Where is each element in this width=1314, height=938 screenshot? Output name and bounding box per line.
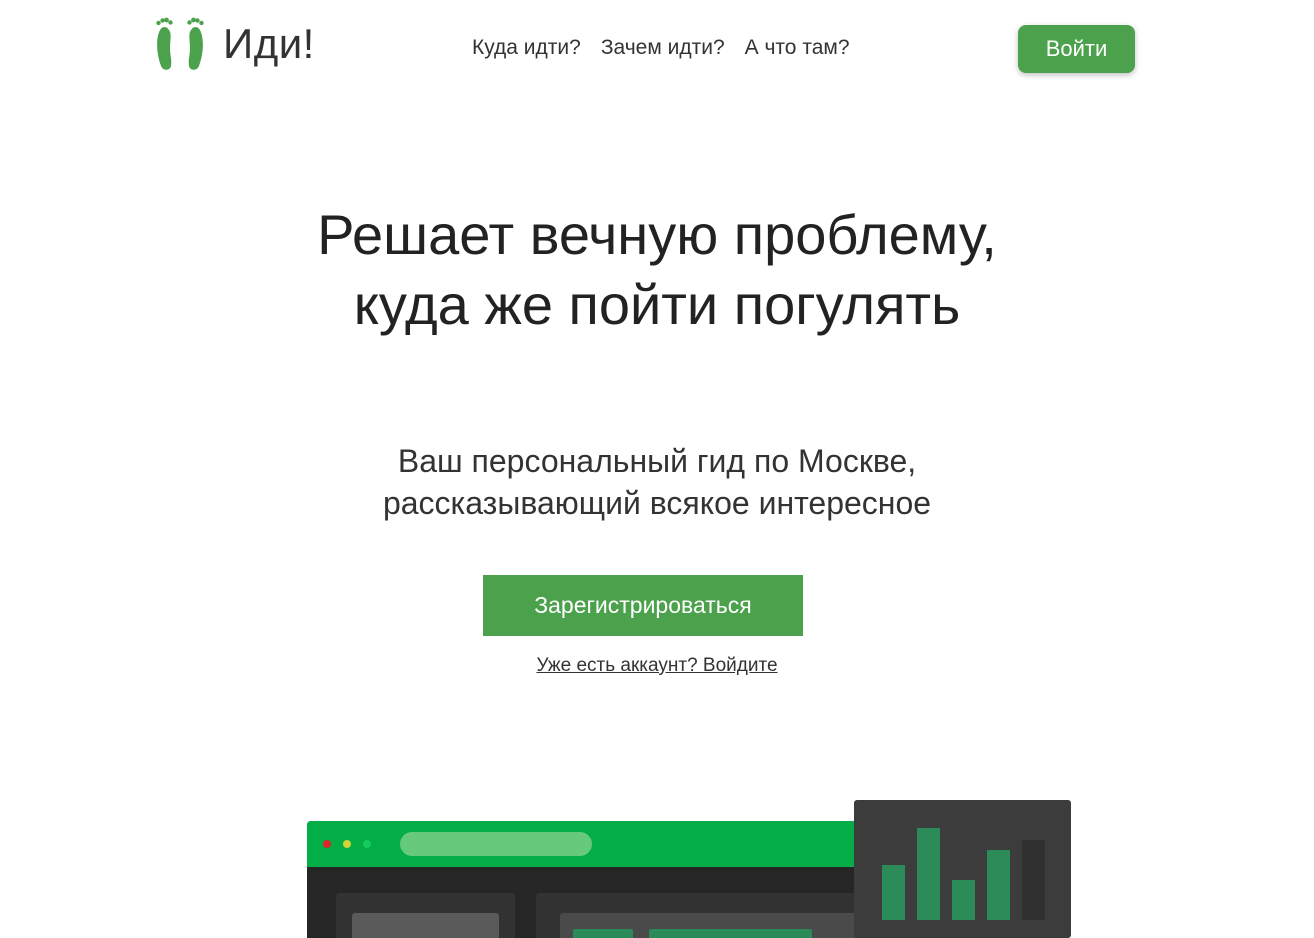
chart-bar xyxy=(952,880,975,920)
existing-account-login-link: Уже есть аккаунт? Войдите xyxy=(0,655,1314,677)
hero-subtitle: Ваш персональный гид по Москве, рассказы… xyxy=(0,440,1314,524)
chart-card-mockup xyxy=(854,800,1071,938)
footprints-icon xyxy=(156,17,204,70)
chart-bar xyxy=(882,865,905,920)
nav-item-whats-there[interactable]: А что там? xyxy=(745,36,850,60)
signup-button[interactable]: Зарегистрироваться xyxy=(483,575,803,636)
hero-title-line-1: Решает вечную проблему, xyxy=(317,203,997,266)
hero-subtitle-line-1: Ваш персональный гид по Москве, xyxy=(397,443,917,479)
site-header: Иди! Куда идти? Зачем идти? А что там? В… xyxy=(0,0,1314,100)
mockup-panel-left xyxy=(336,893,515,938)
mockup-panel-right-content xyxy=(560,913,860,938)
logo[interactable]: Иди! xyxy=(155,16,314,70)
hero-title: Решает вечную проблему, куда же пойти по… xyxy=(0,200,1314,340)
brand-name: Иди! xyxy=(223,20,315,67)
maximize-dot-icon xyxy=(363,840,371,848)
hero-subtitle-line-2: рассказывающий всякое интересное xyxy=(382,485,932,521)
mockup-green-line xyxy=(649,929,812,938)
browser-toolbar xyxy=(307,821,867,867)
nav-item-where[interactable]: Куда идти? xyxy=(472,36,581,60)
chart-bar xyxy=(987,850,1010,920)
chart-bar xyxy=(917,828,940,920)
browser-mockup xyxy=(307,821,867,938)
address-bar xyxy=(400,832,592,856)
mockup-panel-right xyxy=(536,893,867,938)
mockup-panel-left-content xyxy=(352,913,499,938)
chart-bar xyxy=(1022,840,1045,920)
login-button[interactable]: Войти xyxy=(1018,25,1135,73)
minimize-dot-icon xyxy=(343,840,351,848)
main-nav: Куда идти? Зачем идти? А что там? xyxy=(472,36,850,60)
mockup-green-block xyxy=(573,929,633,938)
nav-item-why[interactable]: Зачем идти? xyxy=(601,36,725,60)
hero-title-line-2: куда же пойти погулять xyxy=(353,273,961,336)
close-dot-icon xyxy=(323,840,331,848)
login-link-text[interactable]: Уже есть аккаунт? Войдите xyxy=(536,655,777,676)
